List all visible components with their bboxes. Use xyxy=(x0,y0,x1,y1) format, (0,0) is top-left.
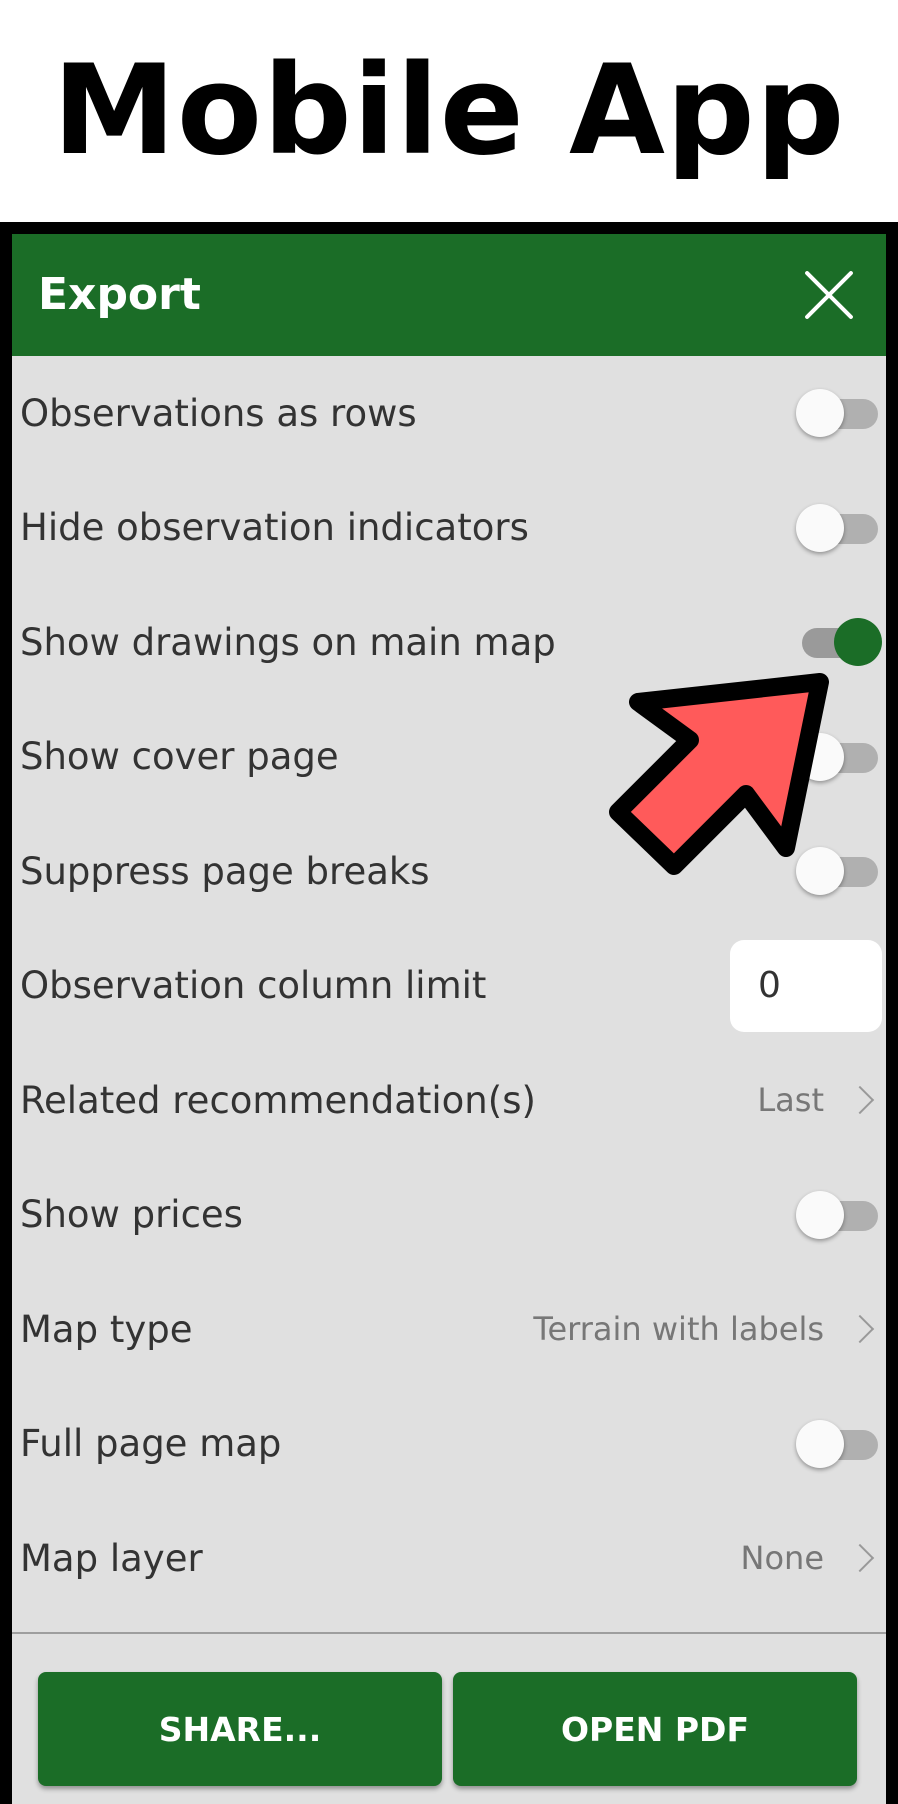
observations-as-rows-toggle[interactable] xyxy=(796,386,882,440)
setting-hide-observation-indicators: Hide observation indicators xyxy=(12,471,886,586)
setting-label: Show cover page xyxy=(20,735,339,779)
setting-label: Show prices xyxy=(20,1193,243,1237)
setting-label: Observations as rows xyxy=(20,391,417,435)
setting-label: Show drawings on main map xyxy=(20,620,556,664)
dialog-title: Export xyxy=(38,269,201,320)
setting-label: Hide observation indicators xyxy=(20,506,529,550)
dialog-header: Export xyxy=(12,234,886,356)
show-prices-toggle[interactable] xyxy=(796,1188,882,1242)
setting-show-prices: Show prices xyxy=(12,1158,886,1273)
setting-label: Map type xyxy=(20,1307,193,1351)
share-button[interactable]: SHARE... xyxy=(38,1672,442,1786)
footer-divider xyxy=(12,1632,886,1634)
hide-observation-indicators-toggle[interactable] xyxy=(796,501,882,555)
page-headline: Mobile App xyxy=(52,39,846,183)
setting-value: Terrain with labels xyxy=(533,1310,824,1349)
setting-observation-column-limit: Observation column limit xyxy=(12,929,886,1044)
setting-label: Observation column limit xyxy=(20,964,487,1008)
observation-column-limit-input[interactable] xyxy=(730,939,882,1032)
chevron-right-icon xyxy=(845,1315,875,1344)
chevron-right-icon xyxy=(845,1544,875,1573)
chevron-right-icon xyxy=(845,1086,875,1115)
settings-list: Observations as rows Hide observation in… xyxy=(12,356,886,1616)
phone-frame: Export Observations as rows Hide observa… xyxy=(0,222,898,1804)
close-icon[interactable] xyxy=(802,268,856,322)
setting-full-page-map: Full page map xyxy=(12,1387,886,1502)
setting-label: Related recommendation(s) xyxy=(20,1078,536,1122)
setting-observations-as-rows: Observations as rows xyxy=(12,356,886,471)
setting-label: Map layer xyxy=(20,1536,203,1580)
setting-label: Full page map xyxy=(20,1422,282,1466)
setting-label: Suppress page breaks xyxy=(20,849,430,893)
setting-value: None xyxy=(740,1539,824,1578)
setting-map-type[interactable]: Map type Terrain with labels xyxy=(12,1272,886,1387)
open-pdf-button[interactable]: OPEN PDF xyxy=(453,1672,857,1786)
setting-related-recommendations[interactable]: Related recommendation(s) Last xyxy=(12,1043,886,1158)
full-page-map-toggle[interactable] xyxy=(796,1417,882,1471)
export-dialog: Export Observations as rows Hide observa… xyxy=(12,234,886,1804)
setting-map-layer[interactable]: Map layer None xyxy=(12,1501,886,1616)
pointer-arrow-icon xyxy=(609,673,829,875)
setting-value: Last xyxy=(757,1081,824,1120)
